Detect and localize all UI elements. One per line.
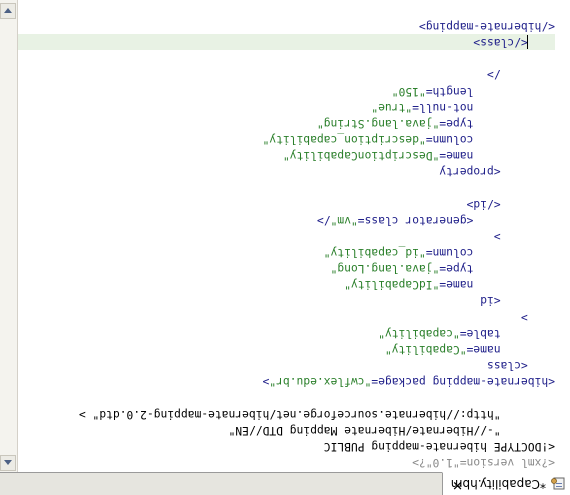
code-token: <generator class= bbox=[357, 213, 474, 227]
code-token: type= bbox=[439, 116, 474, 130]
code-token: "id_capability" bbox=[323, 246, 426, 260]
code-line: name="DescriptionCapability" bbox=[283, 147, 555, 163]
code-line: type="java.lang.Long" bbox=[331, 260, 555, 276]
code-token: </hibernate-mapping> bbox=[418, 19, 555, 33]
code-token: "IdCapability" bbox=[344, 278, 440, 292]
code-token: table= bbox=[459, 326, 501, 340]
code-line: name="IdCapability" bbox=[344, 276, 555, 292]
code-token: > bbox=[493, 229, 501, 243]
code-token: name= bbox=[466, 342, 501, 356]
code-line: <class bbox=[487, 357, 555, 373]
code-token: name= bbox=[439, 278, 474, 292]
code-token: <!DOCTYPE hibernate-mapping PUBLIC bbox=[323, 439, 555, 453]
tab-capability-hbm[interactable]: *Capability.hbm ✕ bbox=[442, 472, 570, 495]
code-token: <?xml version="1.0"?> bbox=[412, 456, 555, 469]
code-line: </class> bbox=[473, 34, 555, 50]
arrow-up-icon bbox=[4, 460, 12, 465]
code-line: <!DOCTYPE hibernate-mapping PUBLIC bbox=[324, 438, 555, 454]
code-token: /> bbox=[316, 213, 331, 227]
code-token: "Capability" bbox=[384, 342, 467, 356]
code-token: "java.lang.String" bbox=[316, 116, 440, 130]
code-token: <id bbox=[480, 294, 501, 308]
code-line: column="id_capability" bbox=[324, 244, 555, 260]
code-token: "cwflex.edu.br" bbox=[269, 375, 372, 389]
code-line: /> bbox=[487, 66, 555, 82]
code-token: <class bbox=[486, 359, 528, 373]
text-caret bbox=[526, 35, 528, 50]
vertical-scrollbar[interactable] bbox=[0, 0, 18, 472]
code-line: </id> bbox=[467, 196, 555, 212]
code-token: "capability" bbox=[378, 326, 460, 340]
code-line: > bbox=[494, 228, 555, 244]
close-tab-icon[interactable]: ✕ bbox=[452, 477, 463, 492]
code-token: > bbox=[520, 310, 528, 324]
code-line: > bbox=[521, 309, 555, 325]
code-token: "vm" bbox=[330, 213, 358, 227]
code-token: "java.lang.Long" bbox=[330, 262, 440, 276]
code-line: "http://hibernate.sourceforge.net/hibern… bbox=[79, 406, 555, 422]
code-token: </class> bbox=[473, 36, 528, 50]
scroll-down-button[interactable] bbox=[0, 3, 16, 19]
code-token: not-null= bbox=[412, 100, 474, 114]
code-line: </hibernate-mapping> bbox=[419, 18, 555, 34]
code-line: "-//Hibernate/Hibernate Mapping DTD//EN" bbox=[229, 422, 555, 438]
code-line: table="capability" bbox=[378, 325, 555, 341]
code-line: <?xml version="1.0"?> bbox=[412, 454, 555, 470]
code-token: type= bbox=[439, 262, 474, 276]
code-token: length= bbox=[425, 84, 474, 98]
code-token: column= bbox=[425, 133, 474, 146]
code-token: "-//Hibernate/Hibernate Mapping DTD//EN" bbox=[228, 423, 501, 437]
code-line: <property bbox=[439, 163, 555, 179]
code-token: "150" bbox=[391, 84, 426, 98]
code-line: not-null="true" bbox=[371, 99, 555, 115]
code-token: "http://hibernate.sourceforge.net/hibern… bbox=[78, 407, 501, 421]
code-line: type="java.lang.String" bbox=[317, 115, 555, 131]
code-token: "DescriptionCapability" bbox=[282, 149, 440, 163]
xml-editor[interactable]: <?xml version="1.0"?> <!DOCTYPE hibernate… bbox=[18, 0, 570, 472]
code-line: length="150" bbox=[392, 83, 555, 99]
code-token: "true" bbox=[371, 100, 413, 114]
code-token: /> bbox=[486, 68, 501, 82]
code-token: name= bbox=[439, 149, 474, 163]
code-token: <hibernate-mapping package= bbox=[371, 375, 555, 389]
rotated-screenshot: *Capability.hbm ✕ <?xml version="1.0"?> <… bbox=[0, 0, 570, 495]
scroll-up-button[interactable] bbox=[0, 455, 16, 471]
code-line: name="Capability" bbox=[385, 341, 555, 357]
code-token: </id> bbox=[466, 197, 501, 211]
code-token: column= bbox=[425, 246, 474, 260]
tab-label: *Capability.hbm bbox=[450, 477, 546, 491]
code-token: "description_capability" bbox=[262, 133, 426, 146]
editor-tab-bar: *Capability.hbm ✕ bbox=[0, 472, 570, 495]
code-line: column="description_capability" bbox=[263, 131, 555, 147]
code-line: <id bbox=[480, 293, 555, 309]
arrow-down-icon bbox=[4, 8, 12, 13]
code-token: > bbox=[262, 375, 270, 389]
code-line: <generator class="vm"/> bbox=[317, 212, 555, 228]
xml-file-icon bbox=[551, 477, 565, 490]
code-token: <property bbox=[439, 165, 501, 179]
code-line: <hibernate-mapping package="cwflex.edu.b… bbox=[263, 373, 555, 389]
